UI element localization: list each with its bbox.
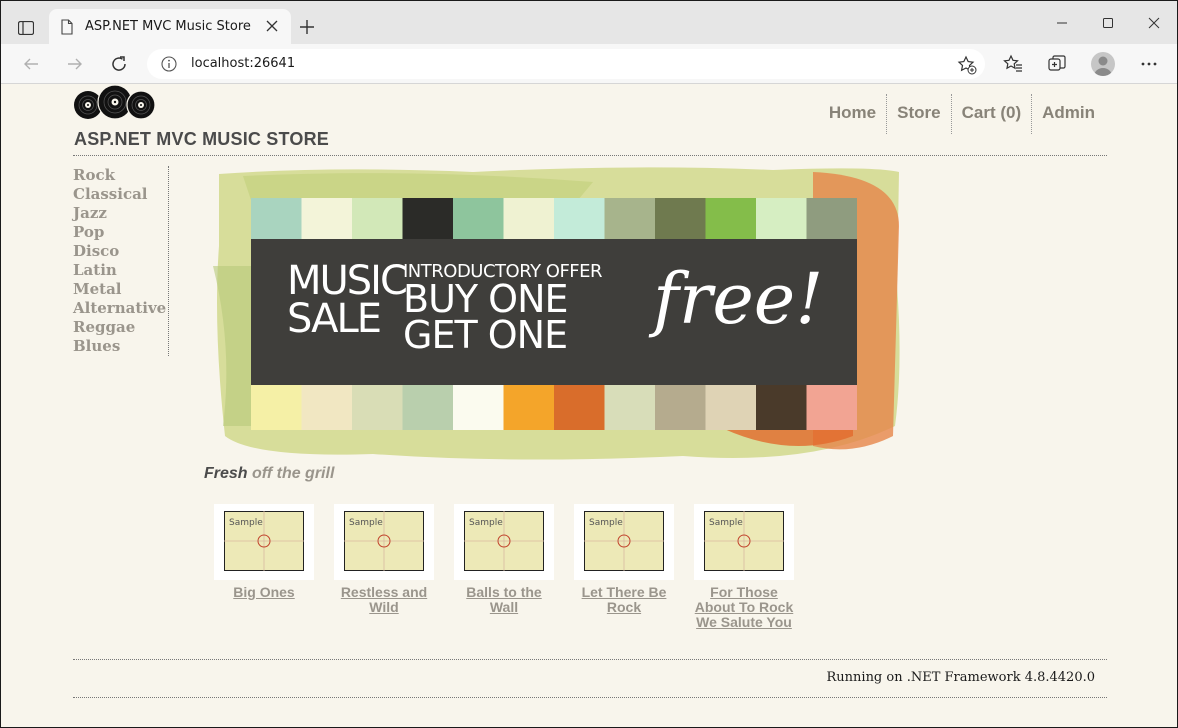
album-item[interactable]: Sample Big Ones: [214, 504, 314, 600]
window-controls: [1039, 1, 1177, 44]
album-title-link[interactable]: For Those About To Rock We Salute You: [694, 585, 794, 630]
more-icon[interactable]: [1135, 50, 1163, 78]
add-favorite-icon[interactable]: [957, 55, 977, 75]
tab-actions-icon[interactable]: [11, 13, 41, 43]
page-content: ASP.NET MVC MUSIC STORE Home Store Cart …: [1, 84, 1177, 727]
plus-icon[interactable]: [297, 17, 317, 37]
album-title-link[interactable]: Balls to the Wall: [454, 585, 554, 615]
sample-label: Sample: [349, 518, 383, 528]
site-title: ASP.NET MVC MUSIC STORE: [74, 129, 329, 149]
footer-runtime-text: Running on .NET Framework 4.8.4420.0: [826, 670, 1096, 685]
page-icon: [61, 18, 75, 35]
genre-menu: Rock Classical Jazz Pop Disco Latin Meta…: [73, 166, 169, 356]
fresh-heading: Fresh off the grill: [204, 465, 334, 483]
banner-sale-text: SALE: [287, 296, 382, 342]
footer-divider-bottom: [73, 697, 1107, 698]
banner-get-one: GET ONE: [403, 313, 568, 357]
album-title-link[interactable]: Restless and Wild: [334, 585, 434, 615]
nav-home[interactable]: Home: [819, 94, 886, 134]
sample-label: Sample: [469, 518, 503, 528]
banner-music-sale: MUSIC SALE: [287, 258, 408, 342]
genre-item-metal[interactable]: Metal: [73, 280, 168, 299]
album-art[interactable]: Sample: [454, 504, 554, 580]
nav-admin[interactable]: Admin: [1031, 94, 1105, 134]
favorites-icon[interactable]: [999, 50, 1027, 78]
header-divider: [73, 155, 1107, 156]
maximize-icon[interactable]: [1085, 1, 1131, 44]
album-art[interactable]: Sample: [574, 504, 674, 580]
minimize-icon[interactable]: [1039, 1, 1085, 44]
genre-item-rock[interactable]: Rock: [73, 166, 168, 185]
album-art[interactable]: Sample: [214, 504, 314, 580]
main-nav: Home Store Cart (0) Admin: [819, 94, 1105, 134]
tab-strip: ASP.NET MVC Music Store: [1, 1, 1177, 44]
tab-title: ASP.NET MVC Music Store: [85, 19, 251, 34]
sample-label: Sample: [229, 518, 263, 528]
nav-cart[interactable]: Cart (0): [950, 94, 1032, 134]
album-item[interactable]: Sample For Those About To Rock We Salute…: [694, 504, 794, 630]
nav-store[interactable]: Store: [886, 94, 950, 134]
back-icon[interactable]: [17, 50, 45, 78]
fresh-rest: off the grill: [247, 465, 335, 482]
url-text[interactable]: localhost:26641: [191, 56, 295, 71]
promo-banner: MUSIC SALE INTRODUCTORY OFFER BUY ONE GE…: [213, 166, 901, 464]
browser-toolbar: localhost:26641: [1, 44, 1177, 84]
banner-music-text: MUSIC: [287, 258, 408, 304]
fresh-lead: Fresh: [204, 465, 248, 482]
album-title-link[interactable]: Big Ones: [214, 585, 314, 600]
genre-item-alternative[interactable]: Alternative: [73, 299, 168, 318]
collections-icon[interactable]: [1043, 50, 1071, 78]
album-item[interactable]: Sample Restless and Wild: [334, 504, 434, 615]
album-art[interactable]: Sample: [334, 504, 434, 580]
banner-free-text: free!: [653, 258, 824, 340]
sample-label: Sample: [709, 518, 743, 528]
album-item[interactable]: Sample Let There Be Rock: [574, 504, 674, 615]
banner-buy-one: BUY ONE: [403, 277, 569, 321]
album-art[interactable]: Sample: [694, 504, 794, 580]
info-icon[interactable]: [161, 56, 177, 72]
album-item[interactable]: Sample Balls to the Wall: [454, 504, 554, 615]
genre-item-pop[interactable]: Pop: [73, 223, 168, 242]
address-bar[interactable]: localhost:26641: [147, 49, 985, 79]
sample-label: Sample: [589, 518, 623, 528]
profile-icon[interactable]: [1091, 52, 1115, 76]
genre-item-disco[interactable]: Disco: [73, 242, 168, 261]
vinyl-logo-icon[interactable]: [74, 84, 156, 122]
browser-window: ASP.NET MVC Music Store localhost:26641 …: [0, 0, 1178, 728]
genre-item-reggae[interactable]: Reggae: [73, 318, 168, 337]
genre-item-latin[interactable]: Latin: [73, 261, 168, 280]
forward-icon[interactable]: [61, 50, 89, 78]
genre-item-blues[interactable]: Blues: [73, 337, 168, 356]
genre-item-jazz[interactable]: Jazz: [73, 204, 168, 223]
footer-divider-top: [73, 659, 1107, 660]
close-icon[interactable]: [265, 19, 279, 33]
banner-offer: INTRODUCTORY OFFER BUY ONE GET ONE: [403, 262, 603, 357]
browser-tab[interactable]: ASP.NET MVC Music Store: [49, 9, 291, 44]
refresh-icon[interactable]: [105, 50, 133, 78]
album-title-link[interactable]: Let There Be Rock: [574, 585, 674, 615]
close-window-icon[interactable]: [1131, 1, 1177, 44]
genre-item-classical[interactable]: Classical: [73, 185, 168, 204]
